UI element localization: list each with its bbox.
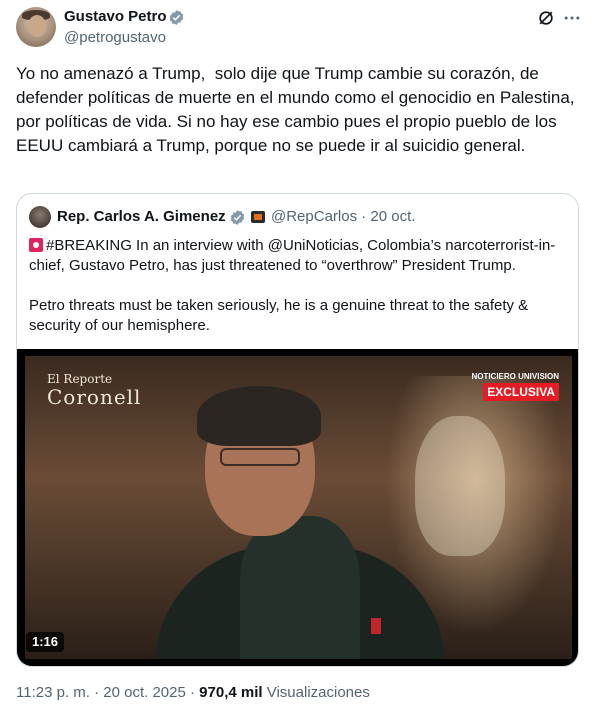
government-affiliation-icon: [251, 211, 265, 223]
quote-text-line1: #BREAKING In an interview with @UniNotic…: [29, 237, 556, 274]
tweet-meta: 11:23 p. m. · 20 oct. 2025 · 970,4 mil V…: [16, 684, 370, 701]
quote-author-name: Rep. Carlos A. Gimenez: [57, 208, 226, 225]
thumbnail-hair: [197, 386, 321, 446]
more-icon[interactable]: [562, 8, 582, 28]
quote-avatar: [29, 206, 51, 228]
video-player[interactable]: El Reporte Coronell NOTICIERO UNIVISION …: [17, 349, 578, 666]
views-label: Visualizaciones: [262, 684, 370, 701]
quote-text: #BREAKING In an interview with @UniNotic…: [29, 236, 564, 336]
grok-icon[interactable]: [536, 8, 556, 28]
video-duration: 1:16: [26, 632, 65, 652]
thumbnail-lamp: [415, 416, 505, 556]
quote-handle-date: @RepCarlos · 20 oct.: [271, 208, 416, 225]
tweet-text: Yo no amenazó a Trump, solo dije que Tru…: [16, 64, 580, 155]
show-title-line2: Coronell: [47, 385, 142, 409]
badge-exclusive: EXCLUSIVA: [483, 383, 559, 401]
verified-badge-icon: [230, 210, 245, 225]
verified-badge-icon: [169, 10, 184, 25]
video-thumbnail: El Reporte Coronell NOTICIERO UNIVISION …: [25, 356, 572, 659]
author-avatar[interactable]: [16, 7, 56, 47]
author-name[interactable]: Gustavo Petro: [64, 8, 167, 25]
quoted-tweet[interactable]: Rep. Carlos A. Gimenez @RepCarlos · 20 o…: [16, 193, 579, 667]
views-count: 970,4 mil: [199, 684, 263, 701]
avatar-face: [28, 15, 46, 37]
thumbnail-glasses: [220, 448, 300, 466]
show-title-overlay: El Reporte Coronell: [47, 370, 142, 409]
tweet-timestamp[interactable]: 11:23 p. m. · 20 oct. 2025 ·: [16, 684, 199, 701]
thumbnail-shirt: [240, 516, 360, 659]
thumbnail-microphone: [371, 618, 381, 634]
alert-emoji-icon: [29, 238, 43, 252]
quote-text-line2: Petro threats must be taken seriously, h…: [29, 297, 533, 334]
author-handle[interactable]: @petrogustavo: [64, 29, 166, 46]
badge-network: NOTICIERO UNIVISION: [471, 372, 559, 381]
univision-exclusive-badge: NOTICIERO UNIVISION EXCLUSIVA: [469, 372, 559, 401]
